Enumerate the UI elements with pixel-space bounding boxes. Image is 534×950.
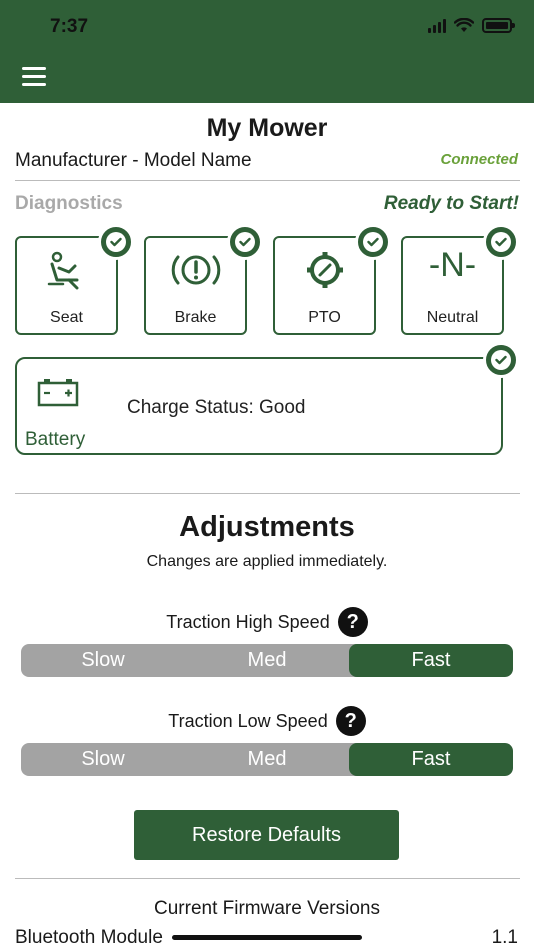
firmware-title: Current Firmware Versions bbox=[154, 898, 380, 919]
help-icon[interactable]: ? bbox=[337, 607, 368, 637]
option-slow[interactable]: Slow bbox=[21, 743, 185, 776]
option-med[interactable]: Med bbox=[185, 743, 349, 776]
brake-warning-icon bbox=[171, 255, 220, 285]
battery-card: Charge Status: Good Battery bbox=[15, 357, 503, 455]
firmware-version: 1.1 bbox=[491, 927, 518, 948]
traction-high-speed-selector: Slow Med Fast bbox=[21, 644, 513, 677]
firmware-module-name: Bluetooth Module bbox=[15, 927, 163, 948]
app-header: 7:37 bbox=[0, 0, 534, 103]
tile-label: Seat bbox=[50, 309, 83, 326]
wifi-icon bbox=[454, 18, 474, 32]
seat-icon bbox=[47, 251, 78, 290]
traction-low-speed-label: Traction Low Speed ? bbox=[0, 706, 534, 736]
car-battery-icon bbox=[37, 379, 79, 407]
hamburger-menu-icon[interactable] bbox=[22, 67, 46, 86]
option-med[interactable]: Med bbox=[185, 644, 349, 677]
restore-defaults-button[interactable]: Restore Defaults bbox=[134, 810, 399, 860]
option-fast[interactable]: Fast bbox=[349, 644, 513, 677]
traction-low-speed-selector: Slow Med Fast bbox=[21, 743, 513, 776]
status-icons bbox=[428, 18, 515, 33]
divider bbox=[15, 878, 520, 879]
option-fast[interactable]: Fast bbox=[349, 743, 513, 776]
tile-label: Brake bbox=[174, 309, 217, 326]
check-icon bbox=[483, 342, 519, 378]
divider bbox=[15, 493, 520, 494]
divider bbox=[15, 180, 520, 181]
battery-status-icon bbox=[482, 18, 515, 33]
cellular-signal-icon bbox=[428, 18, 446, 33]
charge-status: Charge Status: Good bbox=[127, 397, 306, 418]
check-icon bbox=[227, 224, 263, 260]
traction-high-speed-label: Traction High Speed ? bbox=[0, 607, 534, 637]
status-time: 7:37 bbox=[50, 16, 89, 37]
connection-status: Connected bbox=[440, 151, 518, 168]
help-icon[interactable]: ? bbox=[335, 706, 366, 736]
ready-status: Ready to Start! bbox=[383, 193, 519, 214]
tile-label: PTO bbox=[308, 309, 341, 326]
device-model: Manufacturer - Model Name bbox=[15, 150, 252, 171]
option-slow[interactable]: Slow bbox=[21, 644, 185, 677]
pto-gear-icon bbox=[306, 252, 343, 288]
check-icon bbox=[483, 224, 519, 260]
page-title: My Mower bbox=[206, 114, 328, 142]
home-indicator[interactable] bbox=[172, 935, 362, 940]
check-icon bbox=[98, 224, 134, 260]
battery-label: Battery bbox=[25, 429, 86, 450]
check-icon bbox=[355, 224, 391, 260]
setting-label: Traction High Speed bbox=[166, 611, 330, 632]
adjustments-subtitle: Changes are applied immediately. bbox=[146, 553, 388, 570]
adjustments-title: Adjustments bbox=[179, 511, 355, 543]
diagnostics-label: Diagnostics bbox=[15, 193, 123, 214]
setting-label: Traction Low Speed bbox=[168, 710, 328, 731]
tile-label: Neutral bbox=[426, 309, 479, 326]
neutral-icon: -N- bbox=[428, 246, 477, 284]
